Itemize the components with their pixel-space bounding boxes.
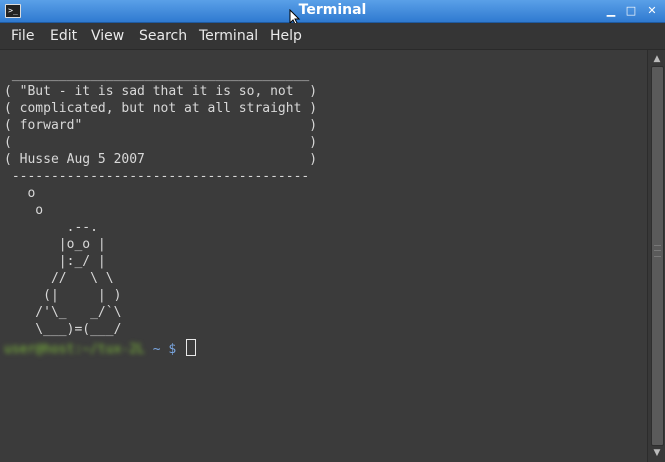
- menu-search[interactable]: Search: [139, 28, 187, 44]
- menu-view[interactable]: View: [91, 28, 124, 44]
- grip-icon: [654, 245, 661, 257]
- scroll-down-arrow-icon[interactable]: ▼: [648, 446, 665, 460]
- terminal-output: ______________________________________ (…: [4, 67, 318, 337]
- menu-file[interactable]: File: [11, 28, 34, 44]
- close-icon[interactable]: ✕: [645, 4, 659, 18]
- vertical-scrollbar[interactable]: ▲ ▼: [647, 50, 665, 462]
- text-cursor: [186, 339, 197, 356]
- minimize-icon[interactable]: ▁: [604, 4, 618, 18]
- menu-edit[interactable]: Edit: [50, 28, 77, 44]
- prompt-path: ~ $: [144, 342, 185, 357]
- menu-help[interactable]: Help: [270, 28, 302, 44]
- terminal-area[interactable]: ______________________________________ (…: [0, 50, 647, 462]
- maximize-icon[interactable]: □: [624, 4, 638, 18]
- prompt-user-host: user@host:~/tux-2L: [4, 342, 145, 357]
- menu-terminal[interactable]: Terminal: [199, 28, 258, 44]
- title-bar[interactable]: >_ Terminal ▁ □ ✕: [0, 0, 665, 27]
- menu-bar: File Edit View Search Terminal Help: [0, 23, 665, 50]
- scrollbar-thumb[interactable]: [651, 66, 664, 446]
- scroll-up-arrow-icon[interactable]: ▲: [648, 52, 665, 66]
- shell-prompt[interactable]: user@host:~/tux-2L ~ $: [4, 339, 197, 357]
- window-title: Terminal: [298, 2, 367, 18]
